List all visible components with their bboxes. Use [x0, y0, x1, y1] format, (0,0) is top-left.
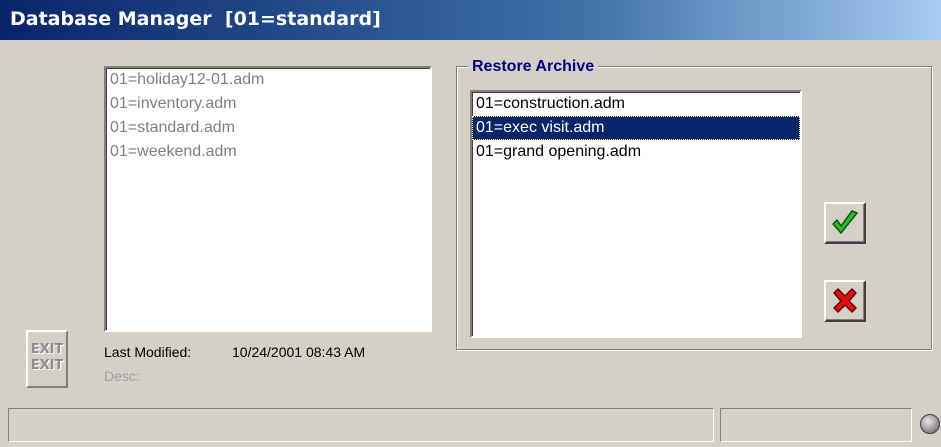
list-item-selected[interactable]: 01=exec visit.adm [472, 116, 800, 140]
exit-button-label-bottom: EXIT [30, 358, 64, 373]
title-bar: Database Manager [01=standard] [0, 0, 941, 40]
status-led-icon [920, 414, 940, 434]
database-listbox[interactable]: 01=holiday12-01.adm 01=inventory.adm 01=… [104, 66, 432, 332]
list-item[interactable]: 01=inventory.adm [106, 92, 430, 116]
restore-archive-title: Restore Archive [468, 58, 599, 76]
list-item[interactable]: 01=holiday12-01.adm [106, 68, 430, 92]
list-item[interactable]: 01=construction.adm [472, 92, 800, 116]
last-modified-label: Last Modified: [104, 344, 192, 360]
list-item[interactable]: 01=standard.adm [106, 116, 430, 140]
archive-listbox[interactable]: 01=construction.adm 01=exec visit.adm 01… [470, 90, 802, 338]
desc-label: Desc: [104, 368, 140, 384]
cancel-button[interactable] [824, 280, 866, 322]
x-icon [833, 288, 857, 313]
checkmark-icon [832, 210, 858, 234]
list-item[interactable]: 01=weekend.adm [106, 140, 430, 164]
last-modified-value: 10/24/2001 08:43 AM [232, 344, 366, 360]
status-panel-secondary [720, 408, 912, 442]
exit-button[interactable]: EXIT EXIT [26, 330, 68, 388]
exit-button-label-top: EXIT [30, 342, 64, 357]
status-panel-main [8, 408, 714, 442]
window-title: Database Manager [01=standard] [10, 8, 381, 30]
ok-button[interactable] [824, 202, 866, 244]
list-item[interactable]: 01=grand opening.adm [472, 140, 800, 164]
